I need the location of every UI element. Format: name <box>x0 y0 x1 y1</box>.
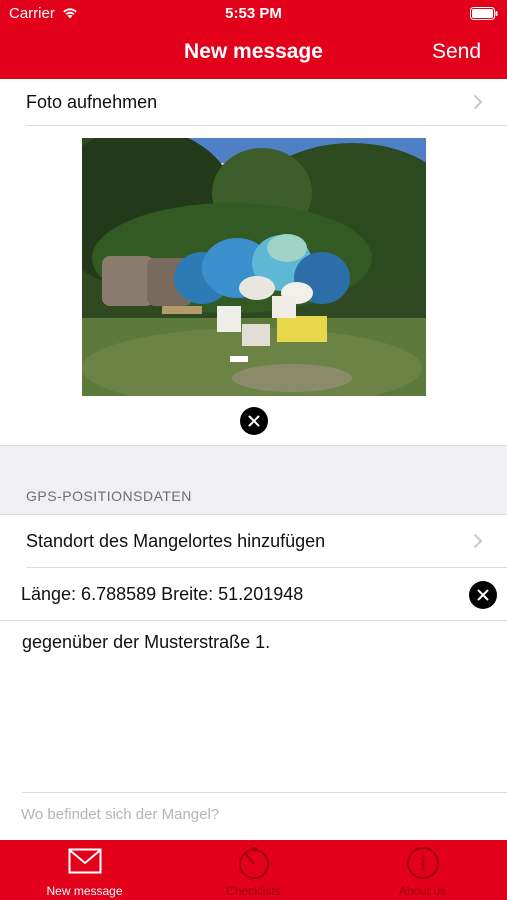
tab-new-message[interactable]: New message <box>0 840 169 900</box>
battery-icon <box>470 7 498 20</box>
add-location-label: Standort des Mangelortes hinzufügen <box>26 530 326 551</box>
close-icon <box>248 415 260 427</box>
tab-bar: New message Checklists About us <box>0 840 507 900</box>
close-icon <box>477 589 489 601</box>
envelope-icon <box>68 848 101 874</box>
coordinates-value: Länge: 6.788589 Breite: 51.201948 <box>21 583 304 604</box>
tab-label: New message <box>46 884 123 898</box>
divider <box>0 620 507 621</box>
attached-photo <box>82 138 426 396</box>
add-location-row[interactable]: Standort des Mangelortes hinzufügen <box>0 515 507 567</box>
navigation-bar: Carrier 5:53 PM New message Send <box>0 0 507 79</box>
info-icon <box>406 847 439 879</box>
section-background <box>0 445 507 515</box>
chevron-right-icon <box>473 533 483 549</box>
take-photo-label: Foto aufnehmen <box>26 91 158 112</box>
timer-icon <box>238 847 269 879</box>
location-description-text[interactable]: gegenüber der Musterstraße 1. <box>22 632 270 653</box>
tab-checklists[interactable]: Checklists <box>169 840 338 900</box>
chevron-right-icon <box>473 94 483 110</box>
tab-label: About us <box>398 884 447 898</box>
send-button[interactable]: Send <box>432 40 481 64</box>
divider <box>26 125 507 126</box>
gps-section-header: GPS-POSITIONSDATEN <box>26 488 192 504</box>
tab-label: Checklists <box>226 884 281 898</box>
tab-about-us[interactable]: About us <box>338 840 507 900</box>
location-description-input[interactable]: Wo befindet sich der Mangel? <box>21 806 481 823</box>
coordinates-row: Länge: 6.788589 Breite: 51.201948 <box>0 568 507 620</box>
clear-coordinates-button[interactable] <box>469 581 497 609</box>
status-bar: Carrier 5:53 PM <box>0 0 507 28</box>
divider <box>22 792 507 793</box>
divider <box>0 445 507 446</box>
status-time: 5:53 PM <box>225 5 282 22</box>
page-title: New message <box>184 40 323 63</box>
remove-photo-button[interactable] <box>240 407 268 435</box>
take-photo-row[interactable]: Foto aufnehmen <box>0 79 507 125</box>
